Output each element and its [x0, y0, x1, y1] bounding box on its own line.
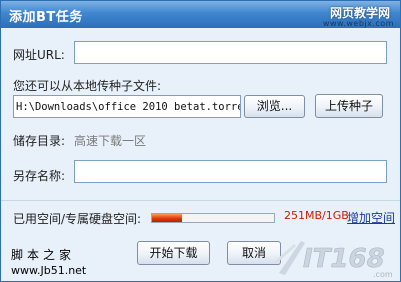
storage-dir-value: 高速下载一区	[74, 134, 147, 148]
torrent-path-input[interactable]: H:\Downloads\office 2010 betat.torren	[13, 95, 241, 118]
url-label: 网址URL:	[13, 48, 65, 62]
url-input[interactable]	[74, 41, 387, 64]
it168-logo: IT168 .com	[273, 241, 393, 279]
local-file-label: 您还可以从本地传种子文件:	[13, 79, 162, 93]
space-usage-text: 251MB/1GB	[284, 209, 349, 222]
space-usage-bar	[151, 213, 275, 223]
dialog-title: 添加BT任务	[9, 10, 83, 25]
torrent-path-value: H:\Downloads\office 2010 betat.torren	[16, 101, 240, 113]
storage-dir-label: 储存目录:	[13, 134, 66, 148]
bt-task-dialog: 添加BT任务 网页教学网 www.webjx.com 网址URL: 您还可以从本…	[0, 0, 401, 282]
save-as-value	[75, 161, 386, 182]
footer-watermark-url: www.Jb51.net	[11, 264, 87, 277]
start-download-button[interactable]: 开始下载	[137, 241, 210, 265]
save-as-input[interactable]	[74, 160, 387, 183]
add-space-link[interactable]: 增加空间	[347, 209, 395, 226]
footer-watermark-name: 脚本之家	[11, 248, 76, 262]
divider	[1, 200, 400, 201]
save-as-label: 另存名称:	[13, 169, 66, 183]
browse-button[interactable]: 浏览...	[244, 95, 305, 118]
logo-suffix: .com	[373, 270, 393, 279]
title-bar[interactable]: 添加BT任务 网页教学网 www.webjx.com	[1, 1, 400, 28]
space-usage-fill	[152, 214, 182, 222]
url-input-value	[75, 42, 386, 63]
space-label: 已用空间/专属硬盘空间:	[13, 212, 142, 226]
watermark-site-url: www.webjx.com	[322, 19, 394, 28]
upload-torrent-button[interactable]: 上传种子	[315, 94, 383, 118]
